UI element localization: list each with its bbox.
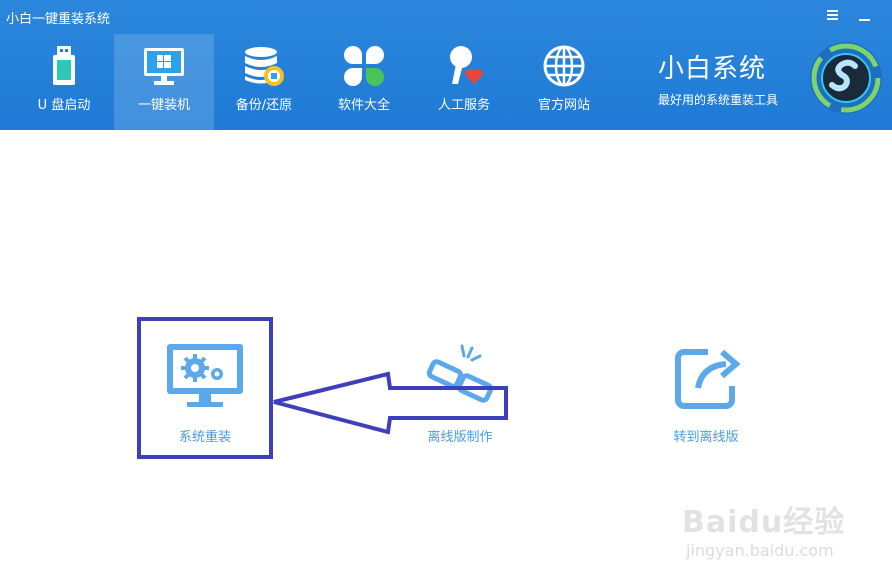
window-controls bbox=[826, 8, 872, 22]
brand-name: 小白系统 bbox=[658, 54, 767, 84]
minimize-icon[interactable] bbox=[858, 8, 872, 22]
monitor-windows-icon bbox=[144, 48, 184, 85]
nav-label: 官方网站 bbox=[537, 98, 590, 113]
menu-icon[interactable] bbox=[826, 8, 840, 22]
watermark-text: Baidu经验 bbox=[682, 505, 846, 540]
go-offline-button[interactable]: 转到离线版 bbox=[640, 318, 772, 456]
app-logo bbox=[810, 42, 882, 114]
top-nav: U 盘启动 一键装机 备份/还原 软件大全 人工服务 官方网站 bbox=[14, 34, 614, 130]
nav-label: U 盘启动 bbox=[37, 98, 91, 113]
nav-item-backup-restore[interactable]: 备份/还原 bbox=[214, 34, 314, 130]
watermark: Baidu经验 jingyan.baidu.com bbox=[682, 475, 852, 565]
brand: 小白系统 最好用的系统重装工具 bbox=[658, 48, 778, 108]
annotation-arrow bbox=[273, 371, 508, 435]
nav-item-one-click-install[interactable]: 一键装机 bbox=[114, 34, 214, 130]
brand-tagline: 最好用的系统重装工具 bbox=[658, 93, 779, 107]
window-title: 小白一键重装系统 bbox=[6, 12, 111, 27]
watermark-url: jingyan.baidu.com bbox=[686, 541, 834, 560]
app-window: 小白一键重装系统 U 盘启动 一键装机 备份/还原 软件大全 人工服务 官方网站… bbox=[0, 0, 892, 579]
nav-item-website[interactable]: 官方网站 bbox=[514, 34, 614, 130]
database-backup-icon bbox=[245, 47, 284, 86]
annotation-highlight-box bbox=[137, 317, 273, 459]
nav-label: 备份/还原 bbox=[235, 98, 293, 113]
main-content: 系统重装 离线版制作 转到离线版 Baidu经验 jingyan.baidu.c… bbox=[0, 130, 892, 579]
share-arrow-icon bbox=[675, 349, 741, 409]
nav-item-usb-boot[interactable]: U 盘启动 bbox=[14, 34, 114, 130]
nav-item-support[interactable]: 人工服务 bbox=[414, 34, 514, 130]
nav-label: 软件大全 bbox=[337, 98, 390, 113]
nav-label: 人工服务 bbox=[437, 98, 490, 113]
nav-label: 一键装机 bbox=[137, 98, 190, 113]
globe-icon bbox=[543, 45, 585, 87]
person-heart-icon bbox=[450, 46, 483, 84]
usb-drive-icon bbox=[53, 46, 75, 85]
nav-item-software[interactable]: 软件大全 bbox=[314, 34, 414, 130]
clover-apps-icon bbox=[344, 46, 384, 86]
action-label: 转到离线版 bbox=[673, 430, 739, 445]
header: 小白一键重装系统 U 盘启动 一键装机 备份/还原 软件大全 人工服务 官方网站… bbox=[0, 0, 892, 130]
